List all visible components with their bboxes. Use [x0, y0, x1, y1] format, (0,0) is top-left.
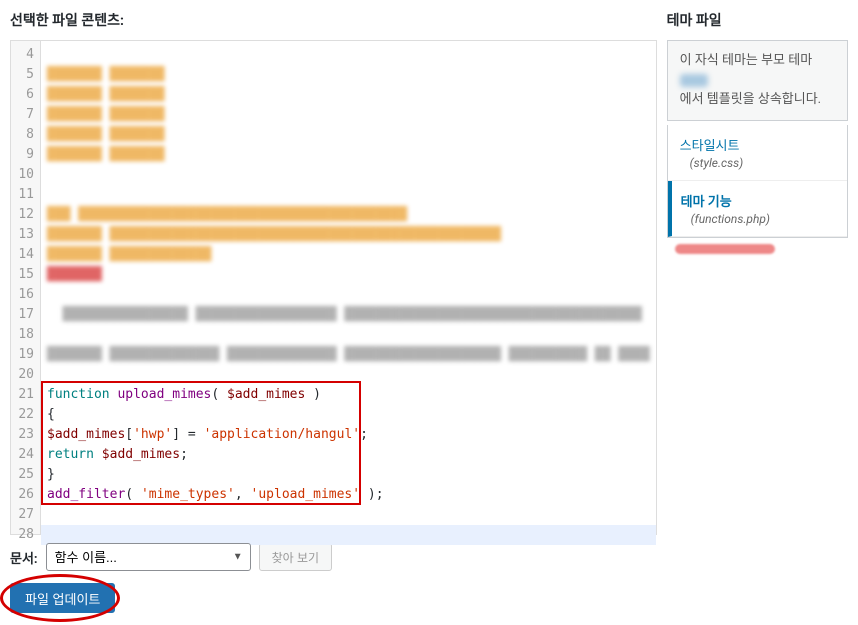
theme-file-list: 스타일시트 (style.css) 테마 기능 (functions.php)	[667, 125, 848, 238]
file-item-stylesheet[interactable]: 스타일시트 (style.css)	[668, 125, 847, 181]
code-content[interactable]: ███████ ███████ ███████ ███████ ███████ …	[41, 41, 656, 534]
file-item-functions[interactable]: 테마 기능 (functions.php)	[668, 181, 847, 237]
content-heading: 선택한 파일 콘텐츠:	[10, 10, 657, 30]
update-file-button[interactable]: 파일 업데이트	[10, 583, 115, 613]
code-editor[interactable]: 4567891011121314151617181920212223242526…	[10, 40, 657, 535]
line-gutter: 4567891011121314151617181920212223242526…	[11, 41, 41, 534]
theme-inherit-desc: 이 자식 테마는 부모 테마 에서 템플릿을 상속합니다.	[667, 40, 848, 121]
parent-theme-link[interactable]	[680, 74, 708, 87]
lookup-button[interactable]: 찾아 보기	[259, 543, 333, 571]
theme-files-heading: 테마 파일	[667, 10, 848, 30]
docs-label: 문서:	[10, 548, 38, 567]
function-select[interactable]: 함수 이름...	[46, 543, 251, 571]
redacted-item	[675, 244, 775, 254]
